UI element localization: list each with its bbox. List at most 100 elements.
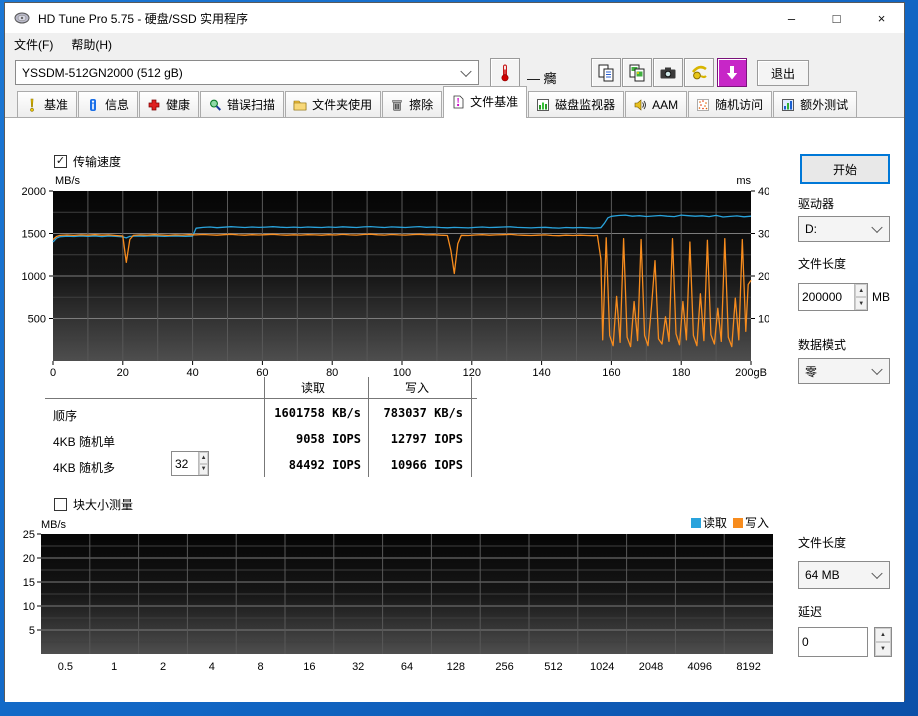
temperature-button[interactable] bbox=[490, 58, 520, 87]
maximize-button[interactable]: □ bbox=[814, 3, 859, 33]
tab-disk-monitor[interactable]: 磁盘监视器 bbox=[528, 91, 625, 117]
tab-extra-tests[interactable]: 额外测试 bbox=[773, 91, 858, 117]
file-length-unit: MB bbox=[872, 290, 890, 304]
spin-up-icon[interactable]: ▲ bbox=[855, 284, 867, 297]
menu-help[interactable]: 帮助(H) bbox=[62, 33, 121, 56]
health-icon bbox=[148, 99, 160, 110]
tab-benchmark[interactable]: 基准 bbox=[17, 91, 78, 117]
svg-text:1500: 1500 bbox=[22, 229, 46, 241]
donate-button[interactable] bbox=[684, 58, 714, 87]
copy-text-button[interactable] bbox=[591, 58, 621, 87]
spin-up-icon[interactable]: ▲ bbox=[875, 628, 891, 642]
data-mode-select[interactable]: 零 bbox=[798, 358, 890, 384]
drive-select[interactable]: D: bbox=[798, 216, 890, 242]
tab-erase[interactable]: 擦除 bbox=[382, 91, 443, 117]
svg-text:180: 180 bbox=[672, 367, 690, 379]
svg-text:20: 20 bbox=[23, 553, 35, 565]
random-multi-write-value: 10966 IOPS bbox=[390, 458, 463, 472]
svg-text:20: 20 bbox=[758, 271, 769, 283]
row-4kb-single-label: 4KB 随机单 bbox=[53, 435, 116, 449]
block-size-checkbox-row[interactable]: 块大小测量 bbox=[54, 496, 133, 513]
svg-text:25: 25 bbox=[23, 529, 35, 541]
transfer-speed-label: 传输速度 bbox=[73, 155, 122, 169]
delay-spinner[interactable]: ▲ ▼ bbox=[874, 627, 892, 657]
file-length-input[interactable] bbox=[799, 284, 855, 310]
menu-file[interactable]: 文件(F) bbox=[5, 33, 62, 56]
svg-text:500: 500 bbox=[28, 314, 46, 326]
minimize-button[interactable]: – bbox=[769, 3, 814, 33]
drive-label: 驱动器 bbox=[798, 197, 835, 211]
svg-text:256: 256 bbox=[495, 661, 513, 673]
close-button[interactable]: × bbox=[859, 3, 904, 33]
app-window: HD Tune Pro 5.75 - 硬盘/SSD 实用程序 – □ × 文件(… bbox=[4, 2, 905, 702]
svg-text:1024: 1024 bbox=[590, 661, 614, 673]
queue-depth-spinner[interactable]: ▲▼ bbox=[171, 451, 209, 476]
device-select[interactable]: YSSDM-512GN2000 (512 gB) bbox=[15, 60, 479, 85]
erase-icon bbox=[392, 99, 402, 111]
screenshot-icon bbox=[660, 67, 676, 78]
svg-text:30: 30 bbox=[758, 229, 769, 241]
tab-label: AAM bbox=[652, 97, 679, 112]
data-mode-label: 数据模式 bbox=[798, 338, 847, 352]
chevron-down-icon bbox=[871, 221, 883, 234]
spin-down-icon[interactable]: ▼ bbox=[855, 297, 867, 310]
spin-down-icon[interactable]: ▼ bbox=[875, 642, 891, 656]
svg-text:ms: ms bbox=[736, 175, 751, 187]
tab-error-scan[interactable]: 错误扫描 bbox=[200, 91, 285, 117]
svg-text:MB/s: MB/s bbox=[55, 175, 81, 187]
svg-text:8192: 8192 bbox=[736, 661, 760, 673]
block-size-chart: 5 10 15 20 25 0.5 1 2 4 8 16 32 64 128 256 512 1024 2048 4… bbox=[23, 519, 773, 673]
tab-label: 随机访问 bbox=[715, 98, 764, 112]
svg-text:128: 128 bbox=[447, 661, 465, 673]
svg-text:15: 15 bbox=[23, 577, 35, 589]
file-benchmark-icon bbox=[453, 95, 464, 108]
chevron-down-icon bbox=[460, 65, 472, 77]
tab-info[interactable]: 信息 bbox=[78, 91, 139, 117]
tab-health[interactable]: 健康 bbox=[139, 91, 200, 117]
tab-label: 错误扫描 bbox=[227, 98, 276, 112]
svg-text:8: 8 bbox=[258, 661, 264, 673]
donate-icon bbox=[691, 65, 707, 79]
block-size-checkbox[interactable] bbox=[54, 498, 67, 511]
title-bar[interactable]: HD Tune Pro 5.75 - 硬盘/SSD 实用程序 – □ × bbox=[5, 3, 904, 33]
transfer-speed-checkbox-row[interactable]: ✓ 传输速度 bbox=[54, 153, 121, 170]
sequential-write-value: 783037 KB/s bbox=[383, 406, 463, 420]
transfer-speed-chart: 500100015002000102030400 20 40 60 80 100 120 14… bbox=[22, 175, 769, 379]
file-length2-select[interactable]: 64 MB bbox=[798, 561, 890, 589]
svg-text:10: 10 bbox=[23, 601, 35, 613]
chevron-down-icon bbox=[871, 567, 883, 580]
tab-folder-usage[interactable]: 文件夹使用 bbox=[285, 91, 382, 117]
error-scan-icon bbox=[210, 99, 222, 111]
svg-text:1000: 1000 bbox=[22, 271, 46, 283]
table-divider bbox=[471, 377, 472, 477]
svg-text:2000: 2000 bbox=[22, 186, 46, 198]
delay-label: 延迟 bbox=[798, 605, 823, 619]
screenshot-button[interactable] bbox=[653, 58, 683, 87]
copy-image-button[interactable] bbox=[622, 58, 652, 87]
delay-input-box[interactable] bbox=[798, 627, 868, 657]
extra-tests-icon bbox=[782, 98, 795, 111]
update-button[interactable] bbox=[717, 58, 747, 87]
transfer-speed-checkbox[interactable]: ✓ bbox=[54, 155, 67, 168]
delay-input[interactable] bbox=[799, 628, 867, 656]
write-column-header: 写入 bbox=[404, 381, 430, 395]
disk-monitor-icon bbox=[537, 98, 550, 111]
start-button[interactable]: 开始 bbox=[800, 154, 890, 184]
drive-select-value: D: bbox=[805, 222, 817, 236]
file-length-spinner[interactable]: ▲▼ bbox=[798, 283, 868, 311]
tab-label: 文件夹使用 bbox=[312, 98, 373, 112]
exit-button[interactable]: 退出 bbox=[757, 60, 809, 86]
info-icon bbox=[90, 98, 97, 111]
tab-file-benchmark[interactable]: 文件基准 bbox=[443, 86, 528, 118]
temperature-value: — 癵 bbox=[527, 71, 557, 86]
file-length2-select-value: 64 MB bbox=[805, 568, 840, 582]
svg-text:MB/s: MB/s bbox=[41, 519, 67, 531]
queue-depth-input[interactable] bbox=[172, 452, 199, 475]
table-divider bbox=[368, 377, 369, 477]
tab-random-access[interactable]: 随机访问 bbox=[688, 91, 773, 117]
svg-text:1: 1 bbox=[111, 661, 117, 673]
random-single-write-value: 12797 IOPS bbox=[390, 432, 463, 446]
tab-aam[interactable]: AAM bbox=[625, 91, 688, 117]
svg-text:4096: 4096 bbox=[688, 661, 712, 673]
svg-text:4: 4 bbox=[209, 661, 215, 673]
